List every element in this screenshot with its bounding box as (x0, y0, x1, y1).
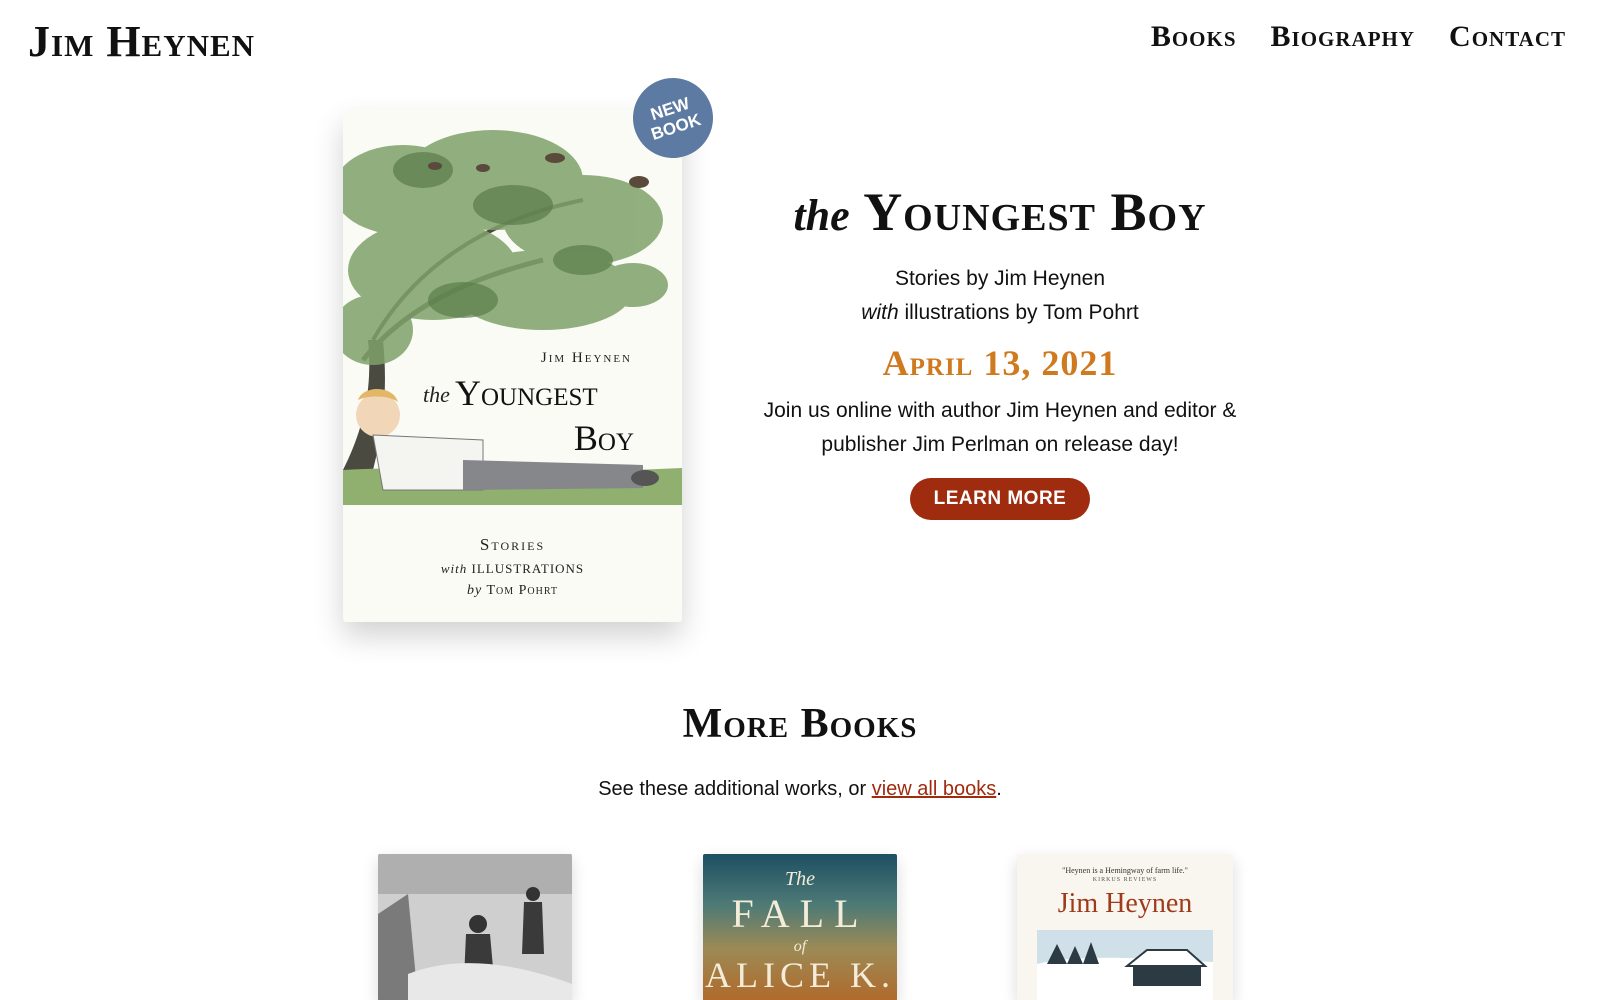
cover-title-the: the (423, 382, 450, 407)
title-the: the (793, 191, 850, 240)
site-header: Jim Heynen Books Biography Contact (0, 0, 1600, 84)
release-description: Join us online with author Jim Heynen an… (763, 399, 1237, 456)
nav-item-books[interactable]: Books (1151, 20, 1237, 54)
book-3-illustration (1037, 930, 1213, 1000)
cover-by-illustrator: by Tom Pohrt (343, 583, 682, 599)
main-nav: Books Biography Contact (1151, 20, 1566, 54)
more-books-suffix: . (996, 778, 1002, 800)
more-books-prefix: See these additional works, or (598, 778, 872, 800)
featured-book-info: the Youngest Boy Stories by Jim Heynen w… (740, 180, 1260, 520)
book-thumbnail-2[interactable]: The FALL of ALICE K. (703, 854, 897, 1000)
book-2-title-the: The (785, 868, 815, 890)
byline: Stories by Jim Heynen with illustrations… (740, 262, 1260, 330)
cover-title-line1: Youngest (455, 373, 598, 413)
nav-item-contact[interactable]: Contact (1449, 20, 1566, 54)
cover-stories: Stories (479, 535, 546, 554)
learn-more-button[interactable]: LEARN MORE (909, 478, 1091, 520)
more-books-heading: More Books (682, 701, 918, 747)
byline-line2: with illustrations by Tom Pohrt (740, 296, 1260, 330)
release-date: April 13, 2021 (882, 343, 1118, 383)
site-title-link[interactable]: Jim Heynen (28, 16, 255, 67)
cover-illustrator: Tom Pohrt (486, 583, 559, 598)
cover-illustrations: ILLUSTRATIONS (471, 561, 585, 576)
nav-item-biography[interactable]: Biography (1271, 20, 1416, 54)
more-books-description: See these additional works, or view all … (0, 778, 1600, 801)
cover-with-illustrations: with ILLUSTRATIONS (343, 561, 682, 577)
book-thumbnail-1[interactable] (378, 854, 572, 1000)
byline-with: with (861, 301, 899, 324)
featured-book-title: the Youngest Boy (740, 180, 1260, 248)
cover-author: Jim Heynen (540, 350, 632, 366)
view-all-books-link[interactable]: view all books (872, 778, 997, 800)
featured-book-cover[interactable]: Jim Heynen the Youngest Boy Stories with… (343, 110, 682, 622)
title-main: Youngest Boy (863, 182, 1207, 242)
book-2-title-fall: FALL (731, 891, 869, 936)
book-1-illustration (378, 854, 572, 1000)
cover-by: by (466, 583, 483, 598)
byline-rest: illustrations by Tom Pohrt (898, 301, 1139, 324)
cover-with: with (440, 561, 468, 576)
byline-line1: Stories by Jim Heynen (894, 267, 1106, 290)
book-thumbnail-3[interactable]: "Heynen is a Hemingway of farm life." KI… (1017, 854, 1233, 1000)
book-2-title-alice: ALICE K. (705, 955, 895, 995)
cover-title-line2: Boy (573, 418, 634, 458)
